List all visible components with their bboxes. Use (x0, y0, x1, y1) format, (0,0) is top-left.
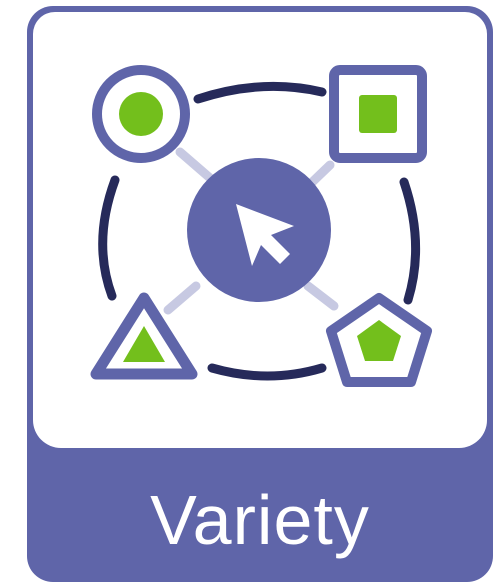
ring-arc-right (399, 177, 421, 305)
connector-bottom-left (163, 281, 201, 315)
pentagon-shape-icon (326, 293, 432, 387)
circle-shape-icon (92, 65, 190, 163)
ring-arc-left (98, 175, 120, 301)
triangle-shape-icon (90, 292, 198, 380)
square-shape-icon (329, 65, 427, 163)
card-label: Variety (150, 481, 370, 559)
cursor-arrow-icon (187, 158, 331, 302)
ring-arc-top (193, 81, 327, 104)
connector-bottom-right (303, 281, 339, 311)
connector-top-left (175, 147, 215, 183)
ring-arc-bottom (207, 363, 327, 381)
